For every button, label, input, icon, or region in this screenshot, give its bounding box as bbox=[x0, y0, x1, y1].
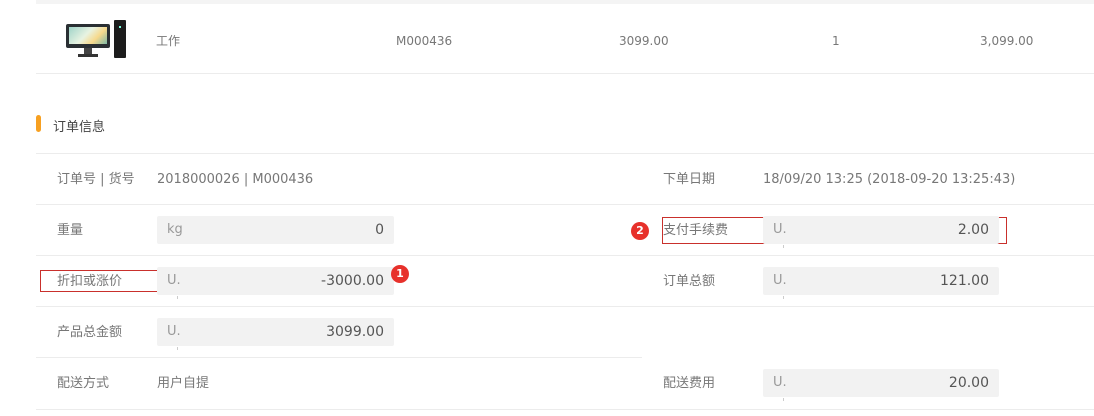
product-quantity: 1 bbox=[832, 34, 840, 48]
order-total-label: 订单总额 bbox=[663, 274, 716, 289]
divider bbox=[36, 204, 1094, 205]
shipping-method-value: 用户自提 bbox=[157, 376, 210, 391]
desktop-computer-icon[interactable] bbox=[66, 18, 128, 60]
discount-currency: U. bbox=[167, 273, 181, 288]
weight-label: 重量 bbox=[57, 223, 84, 238]
shipping-fee-field[interactable]: U. 20.00 bbox=[763, 369, 999, 401]
order-date-label: 下单日期 bbox=[663, 172, 716, 187]
product-total-label: 产品总金额 bbox=[57, 325, 123, 340]
weight-value: 0 bbox=[375, 222, 384, 238]
fee-label: 支付手续费 bbox=[663, 223, 729, 238]
order-total-currency: U. bbox=[773, 273, 787, 288]
product-total-value: 3099.00 bbox=[326, 324, 384, 340]
divider bbox=[36, 153, 1094, 154]
order-total-value: 121.00 bbox=[940, 273, 989, 289]
shipping-fee-currency: U. bbox=[773, 375, 787, 390]
fee-currency: U. bbox=[773, 222, 787, 237]
annotation-badge-2: 2 bbox=[631, 222, 649, 240]
annotation-badge-1: 1 bbox=[391, 265, 409, 283]
fee-value: 2.00 bbox=[957, 222, 989, 238]
discount-field[interactable]: U. -3000.00 bbox=[157, 267, 394, 299]
divider bbox=[36, 357, 642, 358]
shipping-fee-label: 配送费用 bbox=[663, 376, 716, 391]
order-no-value: 2018000026 | M000436 bbox=[157, 172, 314, 187]
fee-field[interactable]: U. 2.00 bbox=[763, 216, 999, 248]
section-title: 订单信息 bbox=[53, 120, 106, 135]
product-price: 3099.00 bbox=[619, 34, 669, 48]
divider bbox=[36, 409, 1094, 410]
shipping-method-label: 配送方式 bbox=[57, 376, 110, 391]
divider bbox=[36, 306, 1094, 307]
order-no-label: 订单号 | 货号 bbox=[57, 172, 135, 187]
discount-label: 折扣或涨价 bbox=[57, 274, 123, 289]
weight-unit: kg bbox=[167, 222, 183, 237]
product-total-currency: U. bbox=[167, 324, 181, 339]
divider bbox=[36, 255, 1094, 256]
product-total-field[interactable]: U. 3099.00 bbox=[157, 318, 394, 350]
product-sku: M000436 bbox=[396, 34, 453, 48]
shipping-fee-value: 20.00 bbox=[948, 375, 989, 391]
discount-value: -3000.00 bbox=[321, 273, 384, 289]
section-accent-bar bbox=[36, 115, 41, 132]
product-subtotal: 3,099.00 bbox=[980, 34, 1034, 48]
order-total-field[interactable]: U. 121.00 bbox=[763, 267, 999, 299]
order-date-value: 18/09/20 13:25 (2018-09-20 13:25:43) bbox=[763, 172, 1016, 187]
weight-field[interactable]: kg 0 bbox=[157, 216, 394, 244]
product-row: 工作 M000436 3099.00 1 3,099.00 bbox=[36, 4, 1094, 74]
product-name: 工作 bbox=[156, 34, 181, 48]
